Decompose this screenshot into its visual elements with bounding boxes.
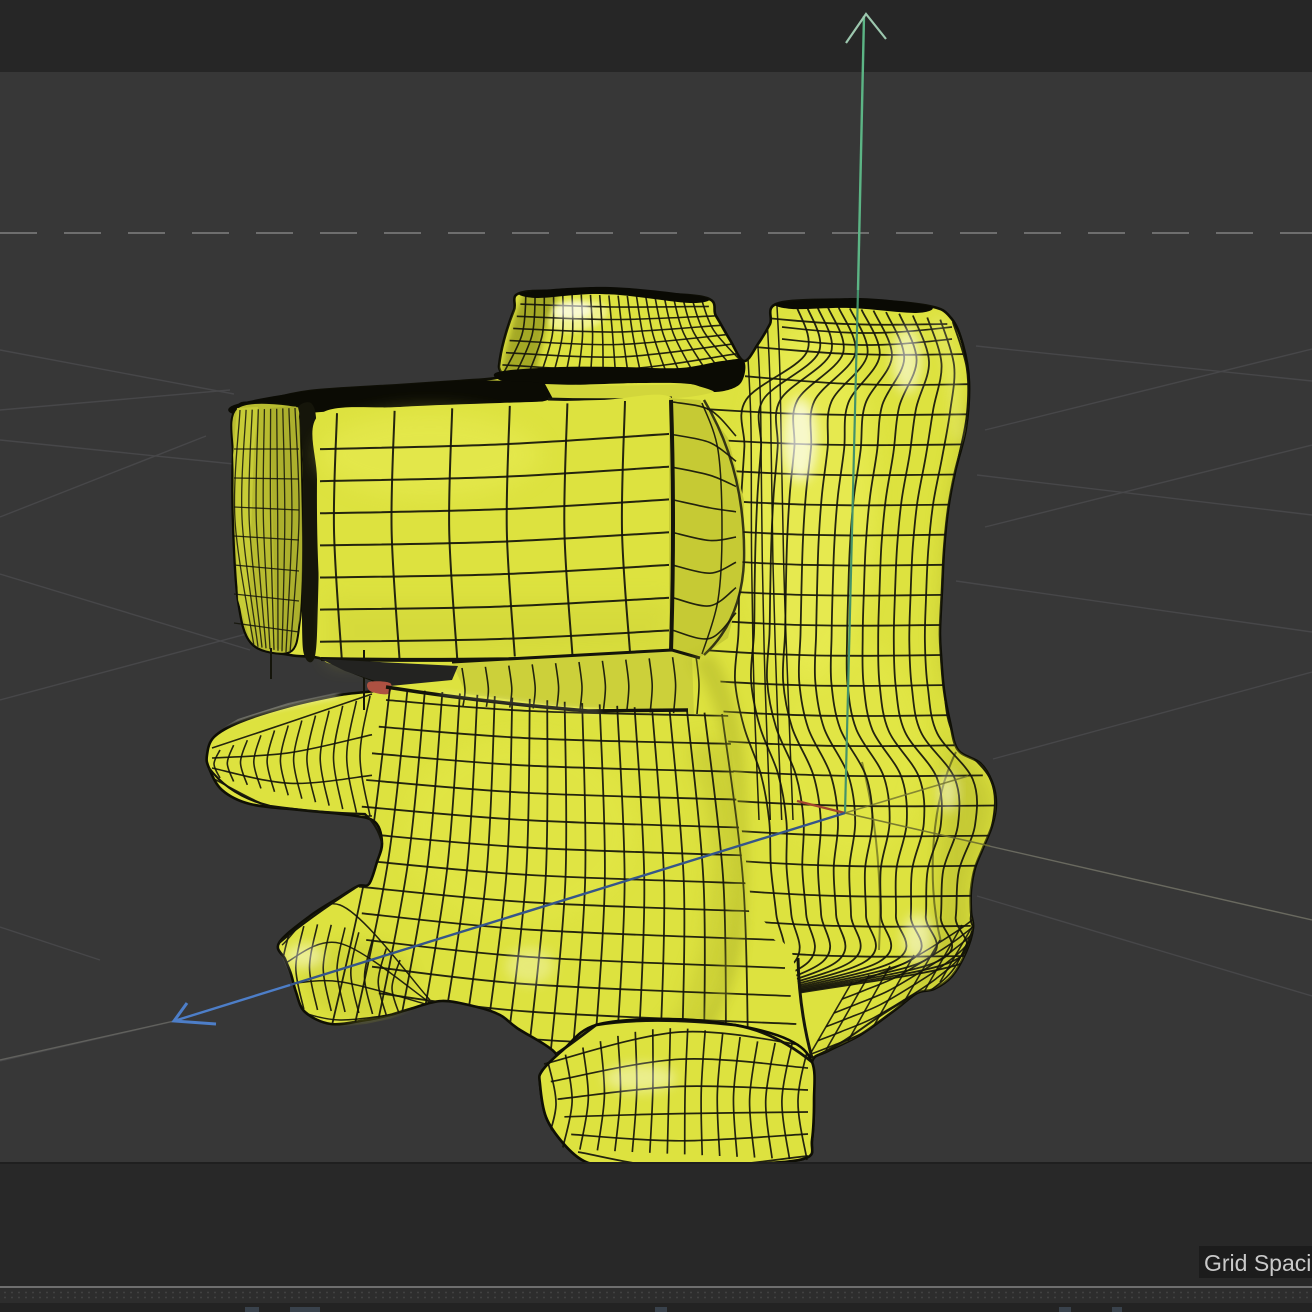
svg-text:Grid Spaci: Grid Spaci [1204, 1250, 1311, 1276]
